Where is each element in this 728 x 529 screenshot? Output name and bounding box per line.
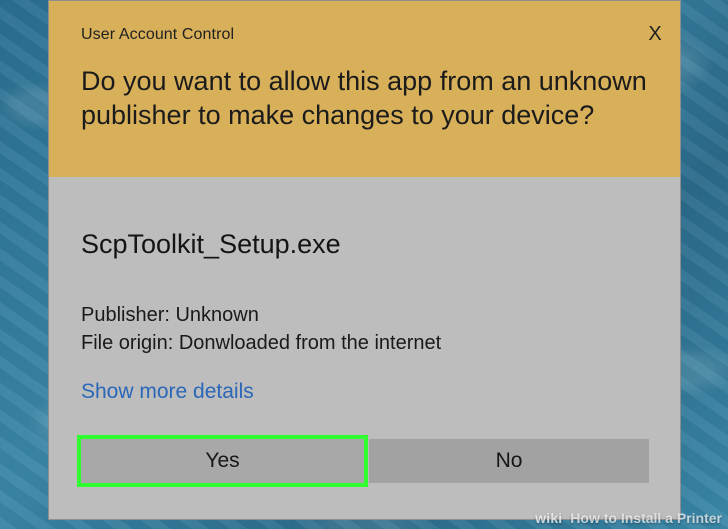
yes-button[interactable]: Yes [77,435,368,487]
watermark-brand: wiki [535,510,563,526]
dialog-buttons: Yes No [77,435,649,487]
uac-question: Do you want to allow this app from an un… [81,66,647,130]
file-origin-line: File origin: Donwloaded from the interne… [81,332,442,354]
app-meta: Publisher: Unknown File origin: Donwload… [81,301,441,357]
uac-header: User Account Control X Do you want to al… [49,1,680,177]
wikihow-watermark: wiki How to Install a Printer [535,510,722,526]
show-more-details-link[interactable]: Show more details [81,380,254,404]
dialog-title: User Account Control [81,26,235,43]
app-name: ScpToolkit_Setup.exe [81,229,341,259]
watermark-text: How to Install a Printer [570,510,722,526]
publisher-line: Publisher: Unknown [81,304,259,326]
no-button[interactable]: No [369,439,649,483]
uac-dialog: User Account Control X Do you want to al… [48,0,681,520]
close-icon[interactable]: X [644,23,666,45]
uac-content: ScpToolkit_Setup.exe Publisher: Unknown … [49,177,680,519]
